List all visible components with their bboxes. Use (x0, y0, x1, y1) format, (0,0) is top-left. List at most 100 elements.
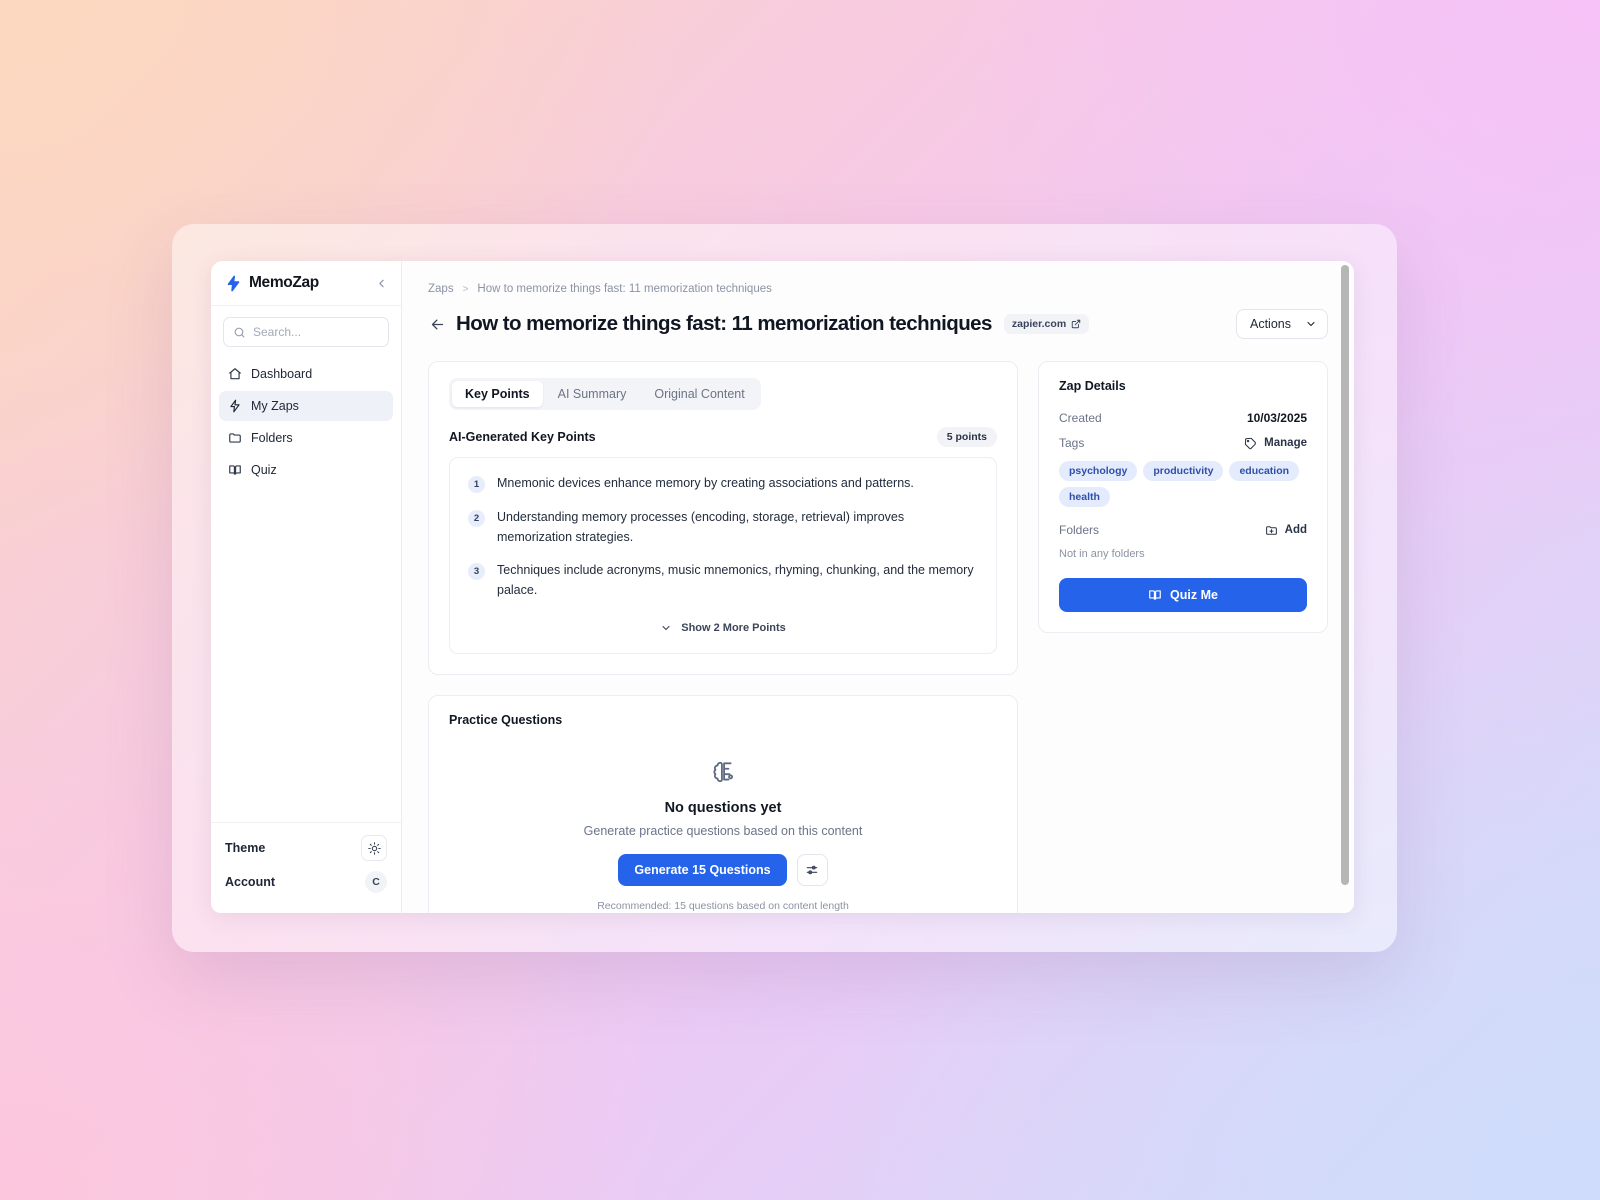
chevron-left-icon (378, 279, 384, 287)
back-button[interactable] (428, 315, 446, 333)
sidebar-item-dashboard[interactable]: Dashboard (219, 359, 393, 389)
breadcrumb-current: How to memorize things fast: 11 memoriza… (477, 283, 772, 295)
tag-icon (1245, 437, 1257, 449)
add-folder-button[interactable]: Add (1265, 524, 1307, 537)
sidebar-item-label: Quiz (251, 463, 277, 477)
chevron-down-icon (1307, 321, 1315, 327)
zap-details-card: Zap Details Created 10/03/2025 Tags Mana… (1038, 361, 1328, 633)
tags-row: Tags Manage (1059, 436, 1307, 450)
tag-chip[interactable]: productivity (1143, 461, 1224, 481)
practice-empty-subtext: Generate practice questions based on thi… (583, 823, 863, 838)
theme-label: Theme (225, 841, 266, 855)
sidebar-item-folders[interactable]: Folders (219, 423, 393, 453)
list-item: 1 Mnemonic devices enhance memory by cre… (468, 474, 978, 494)
brand-name: MemoZap (249, 274, 319, 291)
show-more-label: Show 2 More Points (681, 621, 786, 634)
tab-key-points[interactable]: Key Points (452, 381, 543, 407)
sidebar-search-wrapper (211, 306, 401, 353)
list-item-text: Mnemonic devices enhance memory by creat… (497, 476, 914, 490)
sidebar-item-label: Folders (251, 431, 293, 445)
zap-details-title: Zap Details (1059, 379, 1126, 393)
tab-original-content[interactable]: Original Content (641, 381, 757, 407)
page-title: How to memorize things fast: 11 memoriza… (456, 312, 992, 335)
search-box[interactable] (223, 317, 389, 347)
practice-actions: Generate 15 Questions (429, 853, 1017, 886)
key-points-title: AI-Generated Key Points (449, 430, 596, 444)
zap-logo-icon (227, 275, 240, 291)
actions-button[interactable]: Actions (1236, 309, 1328, 339)
practice-empty-state: No questions yet Generate practice quest… (429, 727, 1017, 913)
scrollbar-track[interactable] (1341, 261, 1349, 913)
quiz-me-button[interactable]: Quiz Me (1059, 578, 1307, 612)
tabs-wrapper: Key Points AI Summary Original Content (429, 362, 1017, 410)
question-settings-button[interactable] (796, 853, 828, 886)
sliders-icon (806, 865, 818, 875)
list-item-number: 2 (468, 509, 485, 527)
points-badge: 5 points (936, 427, 997, 447)
key-points-header: AI-Generated Key Points 5 points (429, 410, 1017, 457)
home-icon (229, 368, 241, 380)
source-chip[interactable]: zapier.com (1003, 314, 1090, 334)
created-value: 10/03/2025 (1246, 411, 1307, 425)
tag-chip[interactable]: education (1229, 461, 1300, 481)
sidebar-item-label: My Zaps (251, 399, 299, 413)
external-link-icon (1071, 319, 1081, 329)
sidebar-item-label: Dashboard (251, 367, 313, 381)
account-label: Account (225, 875, 275, 889)
manage-label: Manage (1264, 437, 1307, 449)
practice-questions-card: Practice Questions No questions yet Gene… (428, 694, 1018, 913)
practice-questions-title: Practice Questions (449, 712, 563, 727)
book-open-icon (1149, 590, 1161, 600)
main-content: Zaps > How to memorize things fast: 11 m… (402, 261, 1354, 913)
arrow-left-icon (431, 319, 443, 329)
sidebar-header: MemoZap (211, 261, 401, 306)
app-window: MemoZap Dashboard My Zaps (211, 261, 1354, 913)
zap-details-body: Zap Details Created 10/03/2025 Tags Mana… (1039, 362, 1327, 632)
source-chip-label: zapier.com (1011, 318, 1067, 330)
window-frame: MemoZap Dashboard My Zaps (172, 224, 1397, 952)
folders-row: Folders Add (1059, 523, 1307, 537)
folder-plus-icon (1265, 525, 1277, 535)
search-input[interactable] (253, 325, 379, 339)
scrollbar-thumb[interactable] (1341, 265, 1349, 885)
sidebar-footer: Theme Account C (211, 822, 401, 913)
tag-chip[interactable]: psychology (1059, 461, 1138, 481)
avatar[interactable]: C (365, 871, 387, 893)
left-column: Key Points AI Summary Original Content A… (428, 361, 1018, 913)
sidebar-collapse-button[interactable] (373, 275, 389, 291)
search-icon (234, 327, 245, 337)
key-points-list: 1 Mnemonic devices enhance memory by cre… (449, 457, 997, 654)
folders-label: Folders (1059, 523, 1100, 537)
folder-icon (229, 433, 241, 443)
generate-questions-button[interactable]: Generate 15 Questions (618, 853, 787, 886)
breadcrumb-root[interactable]: Zaps (428, 283, 454, 295)
practice-empty-heading: No questions yet (664, 799, 782, 816)
sidebar-item-quiz[interactable]: Quiz (219, 455, 393, 485)
title-row: How to memorize things fast: 11 memoriza… (428, 309, 1328, 339)
tag-list: psychology productivity education health (1059, 461, 1307, 507)
main-inner: Zaps > How to memorize things fast: 11 m… (402, 261, 1354, 913)
tags-label: Tags (1059, 436, 1085, 450)
theme-toggle-button[interactable] (361, 835, 387, 861)
list-item-text: Techniques include acronyms, music mnemo… (497, 563, 974, 597)
show-more-points-button[interactable]: Show 2 More Points (468, 615, 978, 643)
tag-chip[interactable]: health (1059, 487, 1110, 507)
folders-empty-text: Not in any folders (1059, 548, 1145, 560)
sidebar: MemoZap Dashboard My Zaps (211, 261, 402, 913)
sidebar-item-my-zaps[interactable]: My Zaps (219, 391, 393, 421)
zap-icon (230, 399, 240, 413)
tab-ai-summary[interactable]: AI Summary (545, 381, 640, 407)
practice-note: Recommended: 15 questions based on conte… (597, 899, 849, 912)
account-row[interactable]: Account C (225, 865, 387, 899)
quiz-me-label: Quiz Me (1170, 588, 1218, 602)
manage-tags-button[interactable]: Manage (1244, 437, 1307, 450)
breadcrumb: Zaps > How to memorize things fast: 11 m… (428, 283, 1328, 295)
list-item: 2 Understanding memory processes (encodi… (468, 508, 978, 548)
list-item-text: Understanding memory processes (encoding… (497, 509, 905, 544)
add-label: Add (1284, 524, 1307, 536)
breadcrumb-separator: > (462, 283, 469, 295)
content-tabs: Key Points AI Summary Original Content (449, 378, 761, 410)
list-item: 3 Techniques include acronyms, music mne… (468, 561, 978, 601)
chevron-down-icon (662, 625, 670, 630)
right-column: Zap Details Created 10/03/2025 Tags Mana… (1038, 361, 1328, 633)
